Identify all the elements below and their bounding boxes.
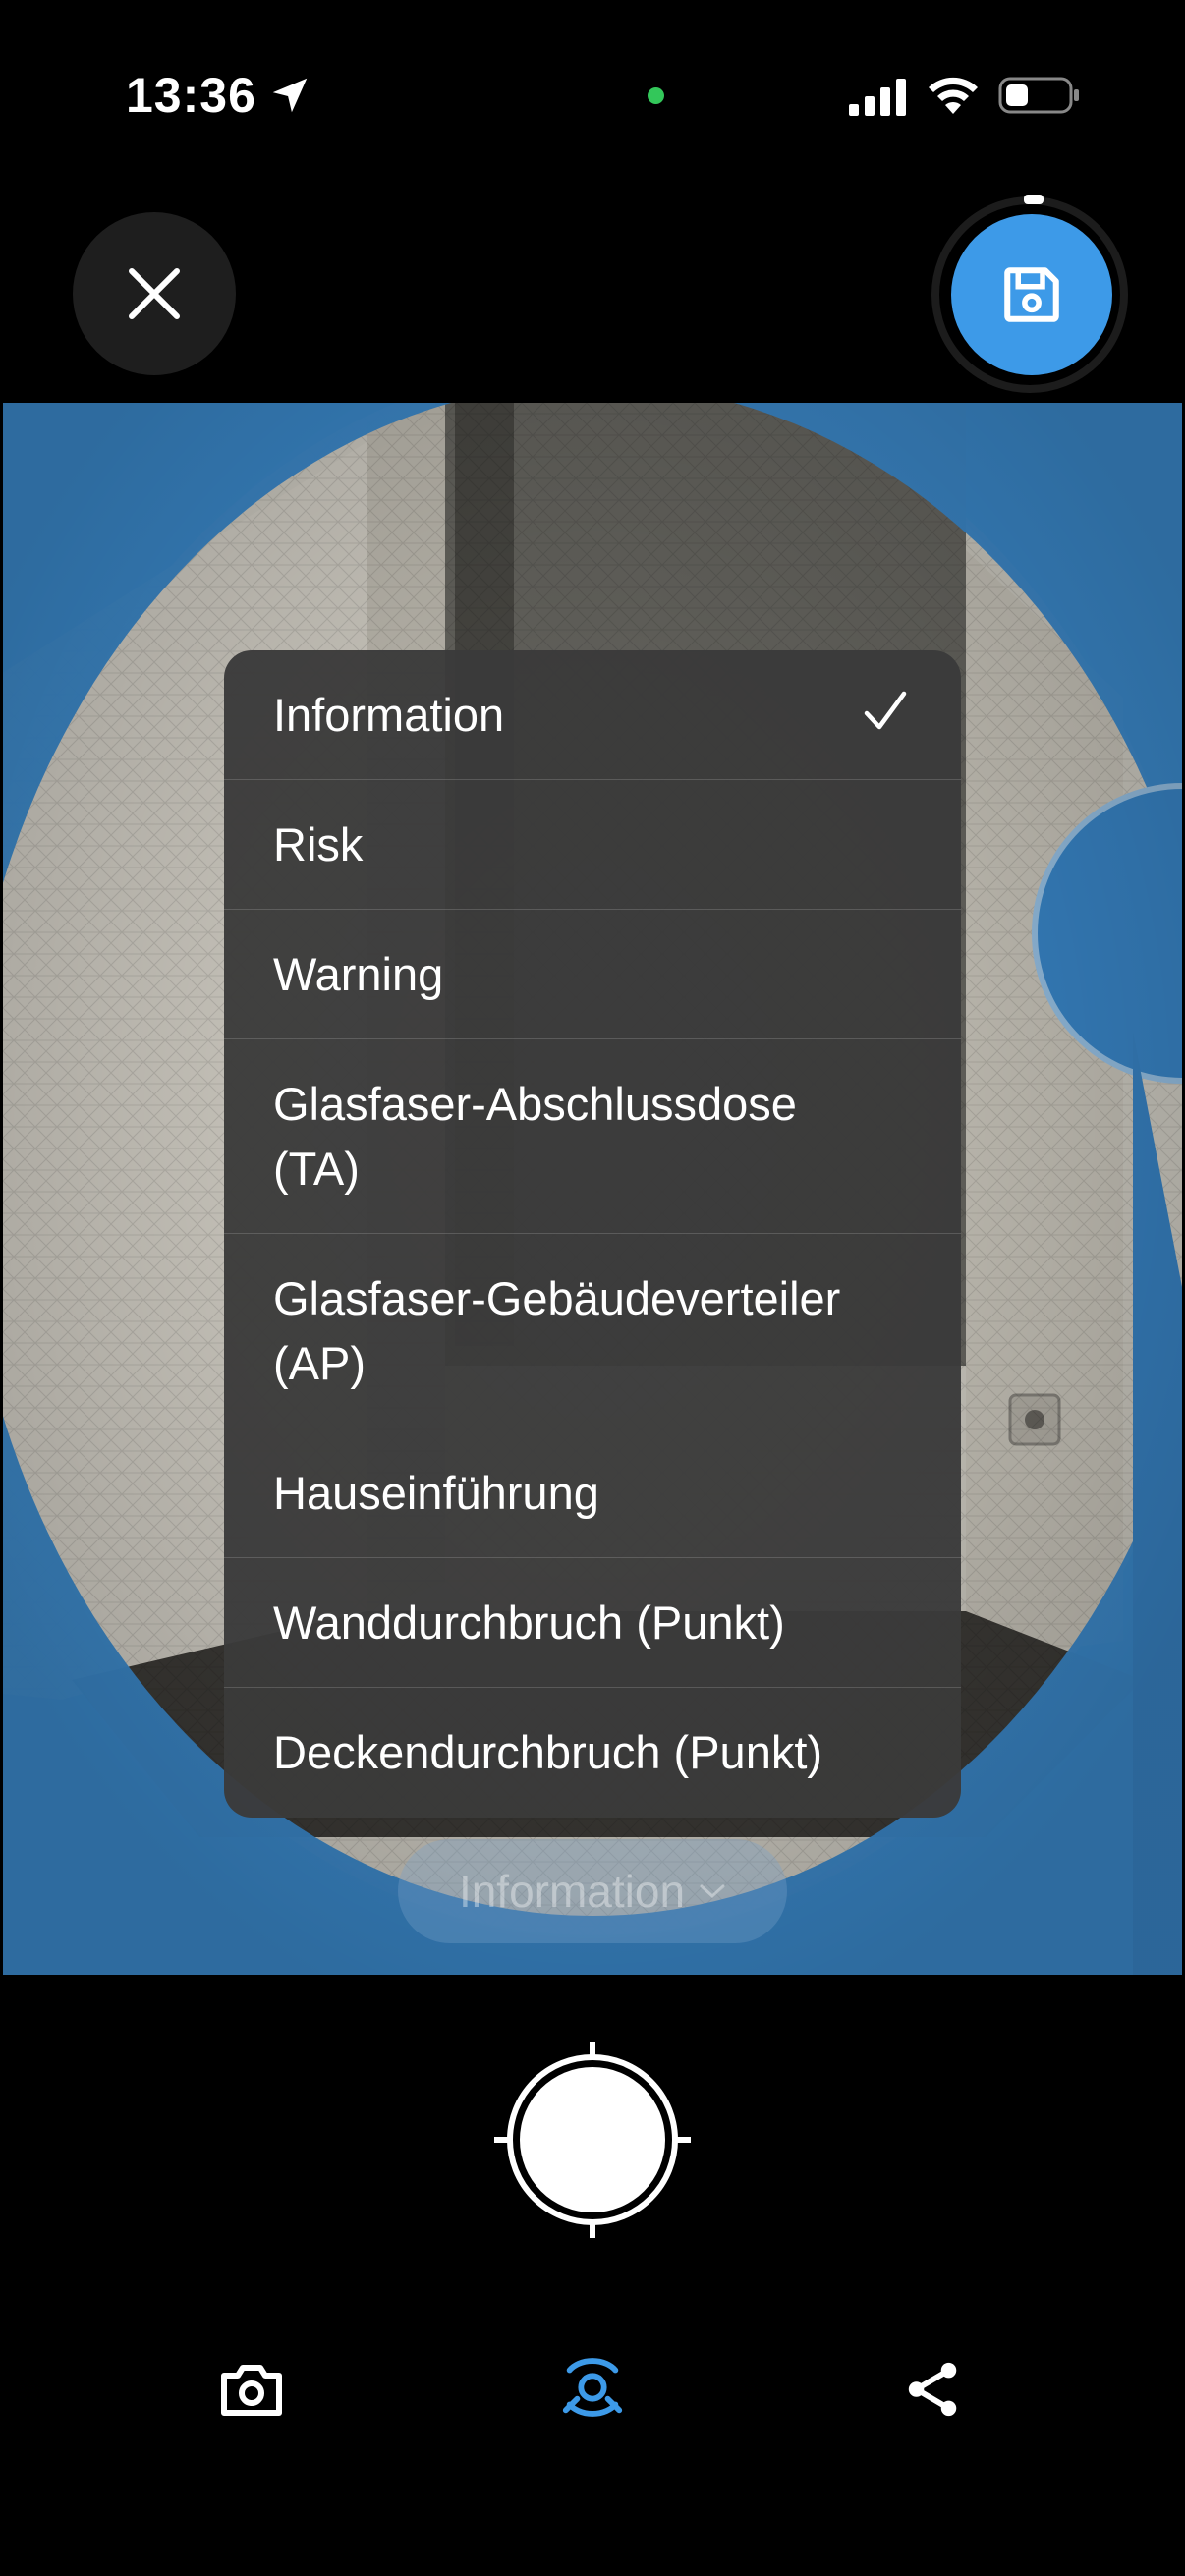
category-dropdown-label: Information	[458, 1866, 686, 1917]
close-button[interactable]	[73, 212, 236, 375]
share-icon	[908, 2362, 957, 2417]
battery-icon	[998, 77, 1079, 114]
menu-item-label: Glasfaser-Gebäudeverteiler (AP)	[273, 1271, 841, 1389]
ar-scan-mode-button[interactable]	[553, 2348, 632, 2427]
close-icon	[129, 268, 180, 319]
menu-item-hauseinfuehrung[interactable]: Hauseinführung	[224, 1428, 961, 1558]
save-progress-indicator	[1024, 195, 1044, 204]
cellular-signal-icon	[849, 79, 906, 116]
category-dropdown-menu: Information Risk Warning Glasfaser-Absch…	[224, 650, 961, 1818]
checkmark-icon	[864, 691, 907, 730]
menu-item-risk[interactable]: Risk	[224, 780, 961, 910]
menu-item-label: Wanddurchbruch (Punkt)	[273, 1596, 785, 1649]
save-icon	[1004, 267, 1059, 322]
menu-item-warning[interactable]: Warning	[224, 910, 961, 1039]
menu-item-label: Risk	[273, 817, 364, 870]
menu-item-wanddurchbruch[interactable]: Wanddurchbruch (Punkt)	[224, 1558, 961, 1688]
chevron-down-icon	[700, 1884, 725, 1899]
status-bar: 13:36	[0, 0, 1185, 196]
menu-item-deckendurchbruch[interactable]: Deckendurchbruch (Punkt)	[224, 1688, 961, 1818]
menu-item-glasfaser-abschlussdose[interactable]: Glasfaser-Abschlussdose (TA)	[224, 1039, 961, 1234]
photo-mode-button[interactable]	[212, 2350, 291, 2429]
save-button[interactable]	[951, 214, 1112, 375]
wifi-icon	[929, 77, 978, 114]
menu-item-label: Hauseinführung	[273, 1466, 599, 1519]
menu-item-label: Warning	[273, 947, 444, 1000]
menu-item-label: Information	[273, 688, 505, 741]
menu-item-label: Deckendurchbruch (Punkt)	[273, 1726, 823, 1778]
location-arrow-icon	[272, 78, 308, 113]
category-dropdown-button[interactable]: Information	[398, 1839, 787, 1943]
ar-scan-icon	[562, 2358, 623, 2417]
share-button[interactable]	[894, 2350, 973, 2429]
camera-icon	[221, 2365, 282, 2416]
status-time: 13:36	[126, 68, 256, 123]
camera-active-indicator	[648, 87, 664, 104]
menu-item-label: Glasfaser-Abschlussdose (TA)	[273, 1077, 797, 1195]
shutter-button[interactable]	[494, 2042, 691, 2238]
menu-item-glasfaser-gebaeudeverteiler[interactable]: Glasfaser-Gebäudeverteiler (AP)	[224, 1234, 961, 1428]
menu-item-information[interactable]: Information	[224, 650, 961, 780]
